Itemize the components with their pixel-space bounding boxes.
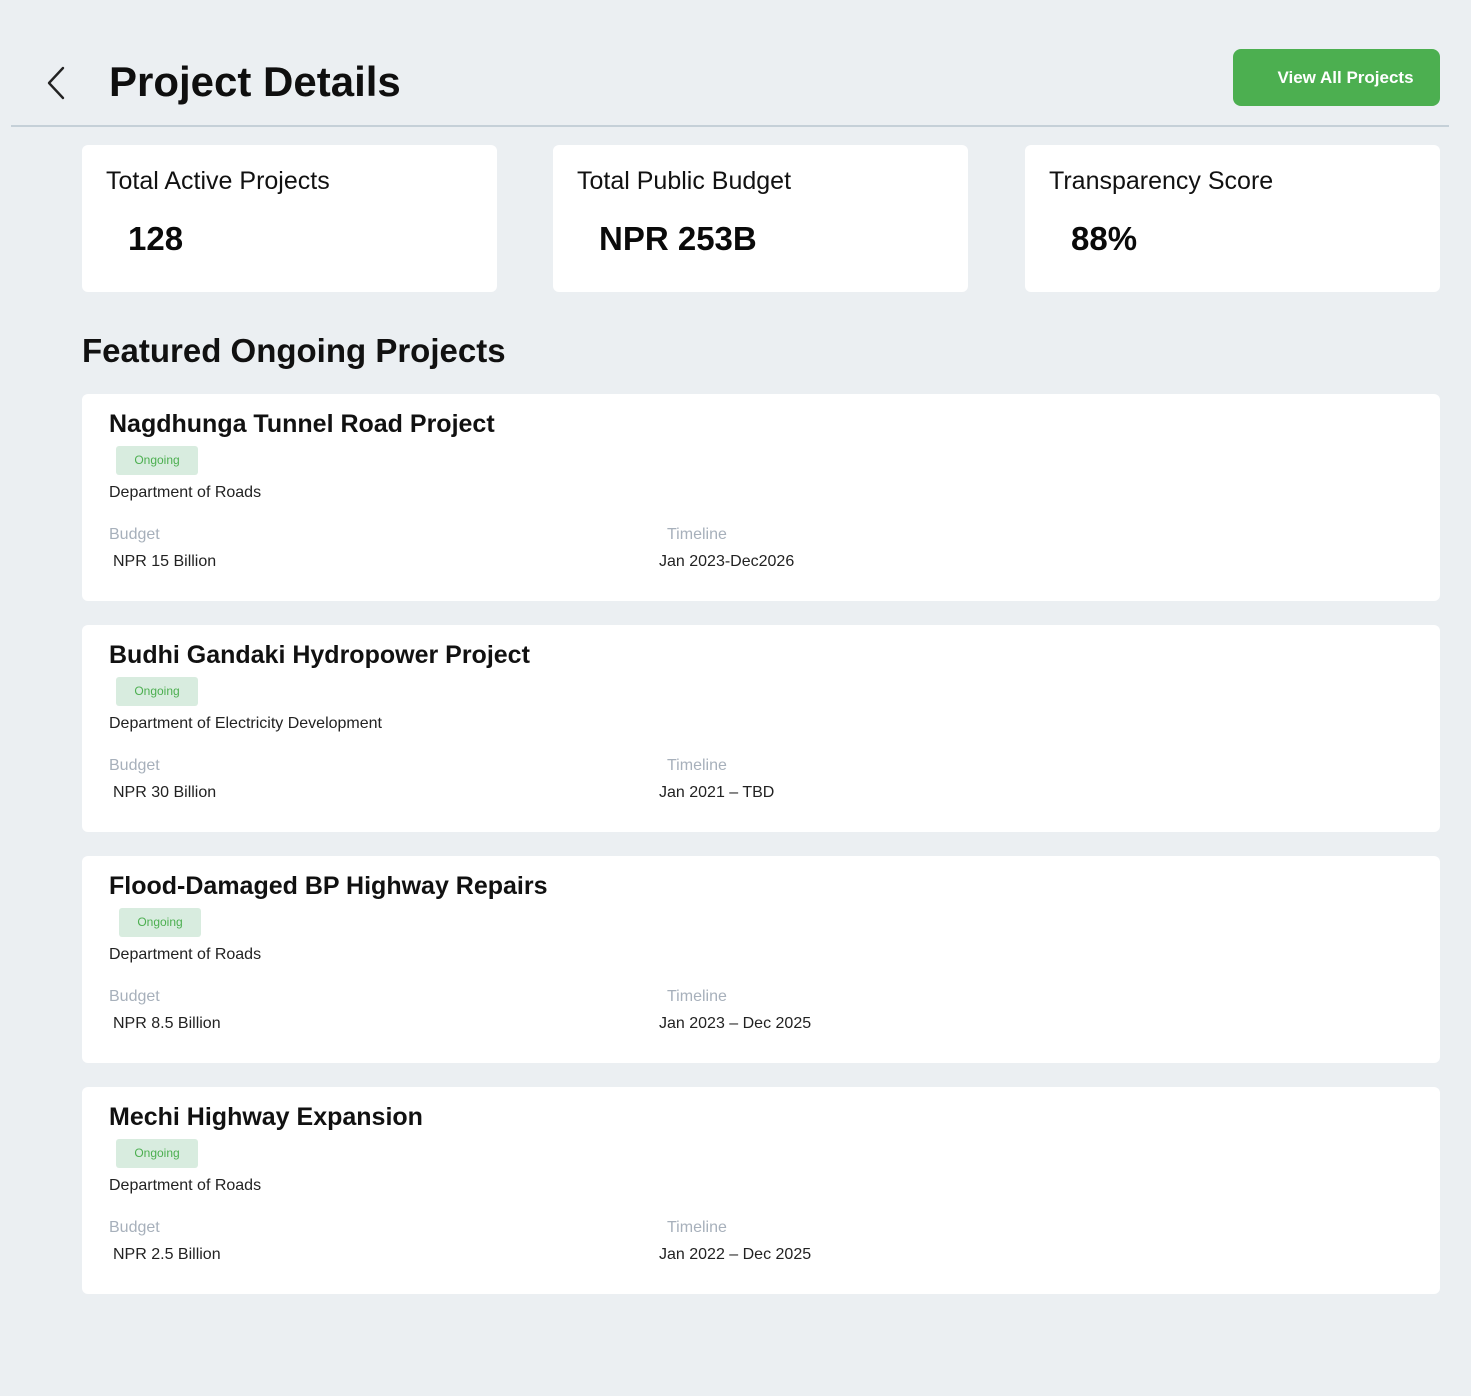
budget-label: Budget — [109, 526, 160, 543]
stat-card-public-budget: Total Public Budget NPR 253B — [553, 145, 968, 292]
stat-label: Transparency Score — [1049, 167, 1274, 195]
project-department: Department of Roads — [109, 484, 262, 501]
project-card[interactable]: Flood-Damaged BP Highway Repairs Ongoing… — [82, 856, 1440, 1063]
project-department: Department of Roads — [109, 946, 262, 963]
timeline-label: Timeline — [667, 526, 727, 543]
stat-label: Total Public Budget — [577, 167, 792, 195]
section-title: Featured Ongoing Projects — [82, 332, 506, 369]
timeline-value: Jan 2023 – Dec 2025 — [659, 1015, 812, 1032]
budget-label: Budget — [109, 1219, 160, 1236]
project-card[interactable]: Mechi Highway Expansion Ongoing Departme… — [82, 1087, 1440, 1294]
page-title: Project Details — [109, 58, 401, 105]
timeline-label: Timeline — [667, 1219, 727, 1236]
stat-value: 88% — [1071, 220, 1138, 257]
timeline-value: Jan 2022 – Dec 2025 — [659, 1246, 812, 1263]
budget-label: Budget — [109, 988, 160, 1005]
project-name: Budhi Gandaki Hydropower Project — [109, 641, 530, 669]
budget-value: NPR 30 Billion — [113, 784, 217, 801]
timeline-label: Timeline — [667, 757, 727, 774]
project-card[interactable]: Budhi Gandaki Hydropower Project Ongoing… — [82, 625, 1440, 832]
timeline-label: Timeline — [667, 988, 727, 1005]
chevron-left-icon — [47, 66, 65, 100]
budget-label: Budget — [109, 757, 160, 774]
budget-value: NPR 15 Billion — [113, 553, 217, 570]
status-badge: Ongoing — [116, 446, 198, 475]
project-card[interactable]: Nagdhunga Tunnel Road Project Ongoing De… — [82, 394, 1440, 601]
status-badge: Ongoing — [116, 1139, 198, 1168]
project-department: Department of Roads — [109, 1177, 262, 1194]
project-department: Department of Electricity Development — [109, 715, 382, 732]
stat-value: NPR 253B — [599, 220, 757, 257]
status-badge: Ongoing — [119, 908, 201, 937]
budget-value: NPR 8.5 Billion — [113, 1015, 221, 1032]
timeline-value: Jan 2023-Dec2026 — [659, 553, 795, 570]
project-name: Nagdhunga Tunnel Road Project — [109, 410, 495, 438]
project-name: Mechi Highway Expansion — [109, 1103, 423, 1131]
stat-card-active-projects: Total Active Projects 128 — [82, 145, 497, 292]
view-all-projects-button[interactable]: View All Projects — [1233, 49, 1440, 106]
stat-label: Total Active Projects — [106, 167, 330, 195]
page-header: Project Details View All Projects — [11, 0, 1449, 127]
back-button[interactable] — [41, 62, 75, 102]
status-badge: Ongoing — [116, 677, 198, 706]
timeline-value: Jan 2021 – TBD — [659, 784, 775, 801]
project-name: Flood-Damaged BP Highway Repairs — [109, 872, 548, 900]
budget-value: NPR 2.5 Billion — [113, 1246, 221, 1263]
stat-value: 128 — [128, 220, 184, 257]
stat-card-transparency-score: Transparency Score 88% — [1025, 145, 1440, 292]
